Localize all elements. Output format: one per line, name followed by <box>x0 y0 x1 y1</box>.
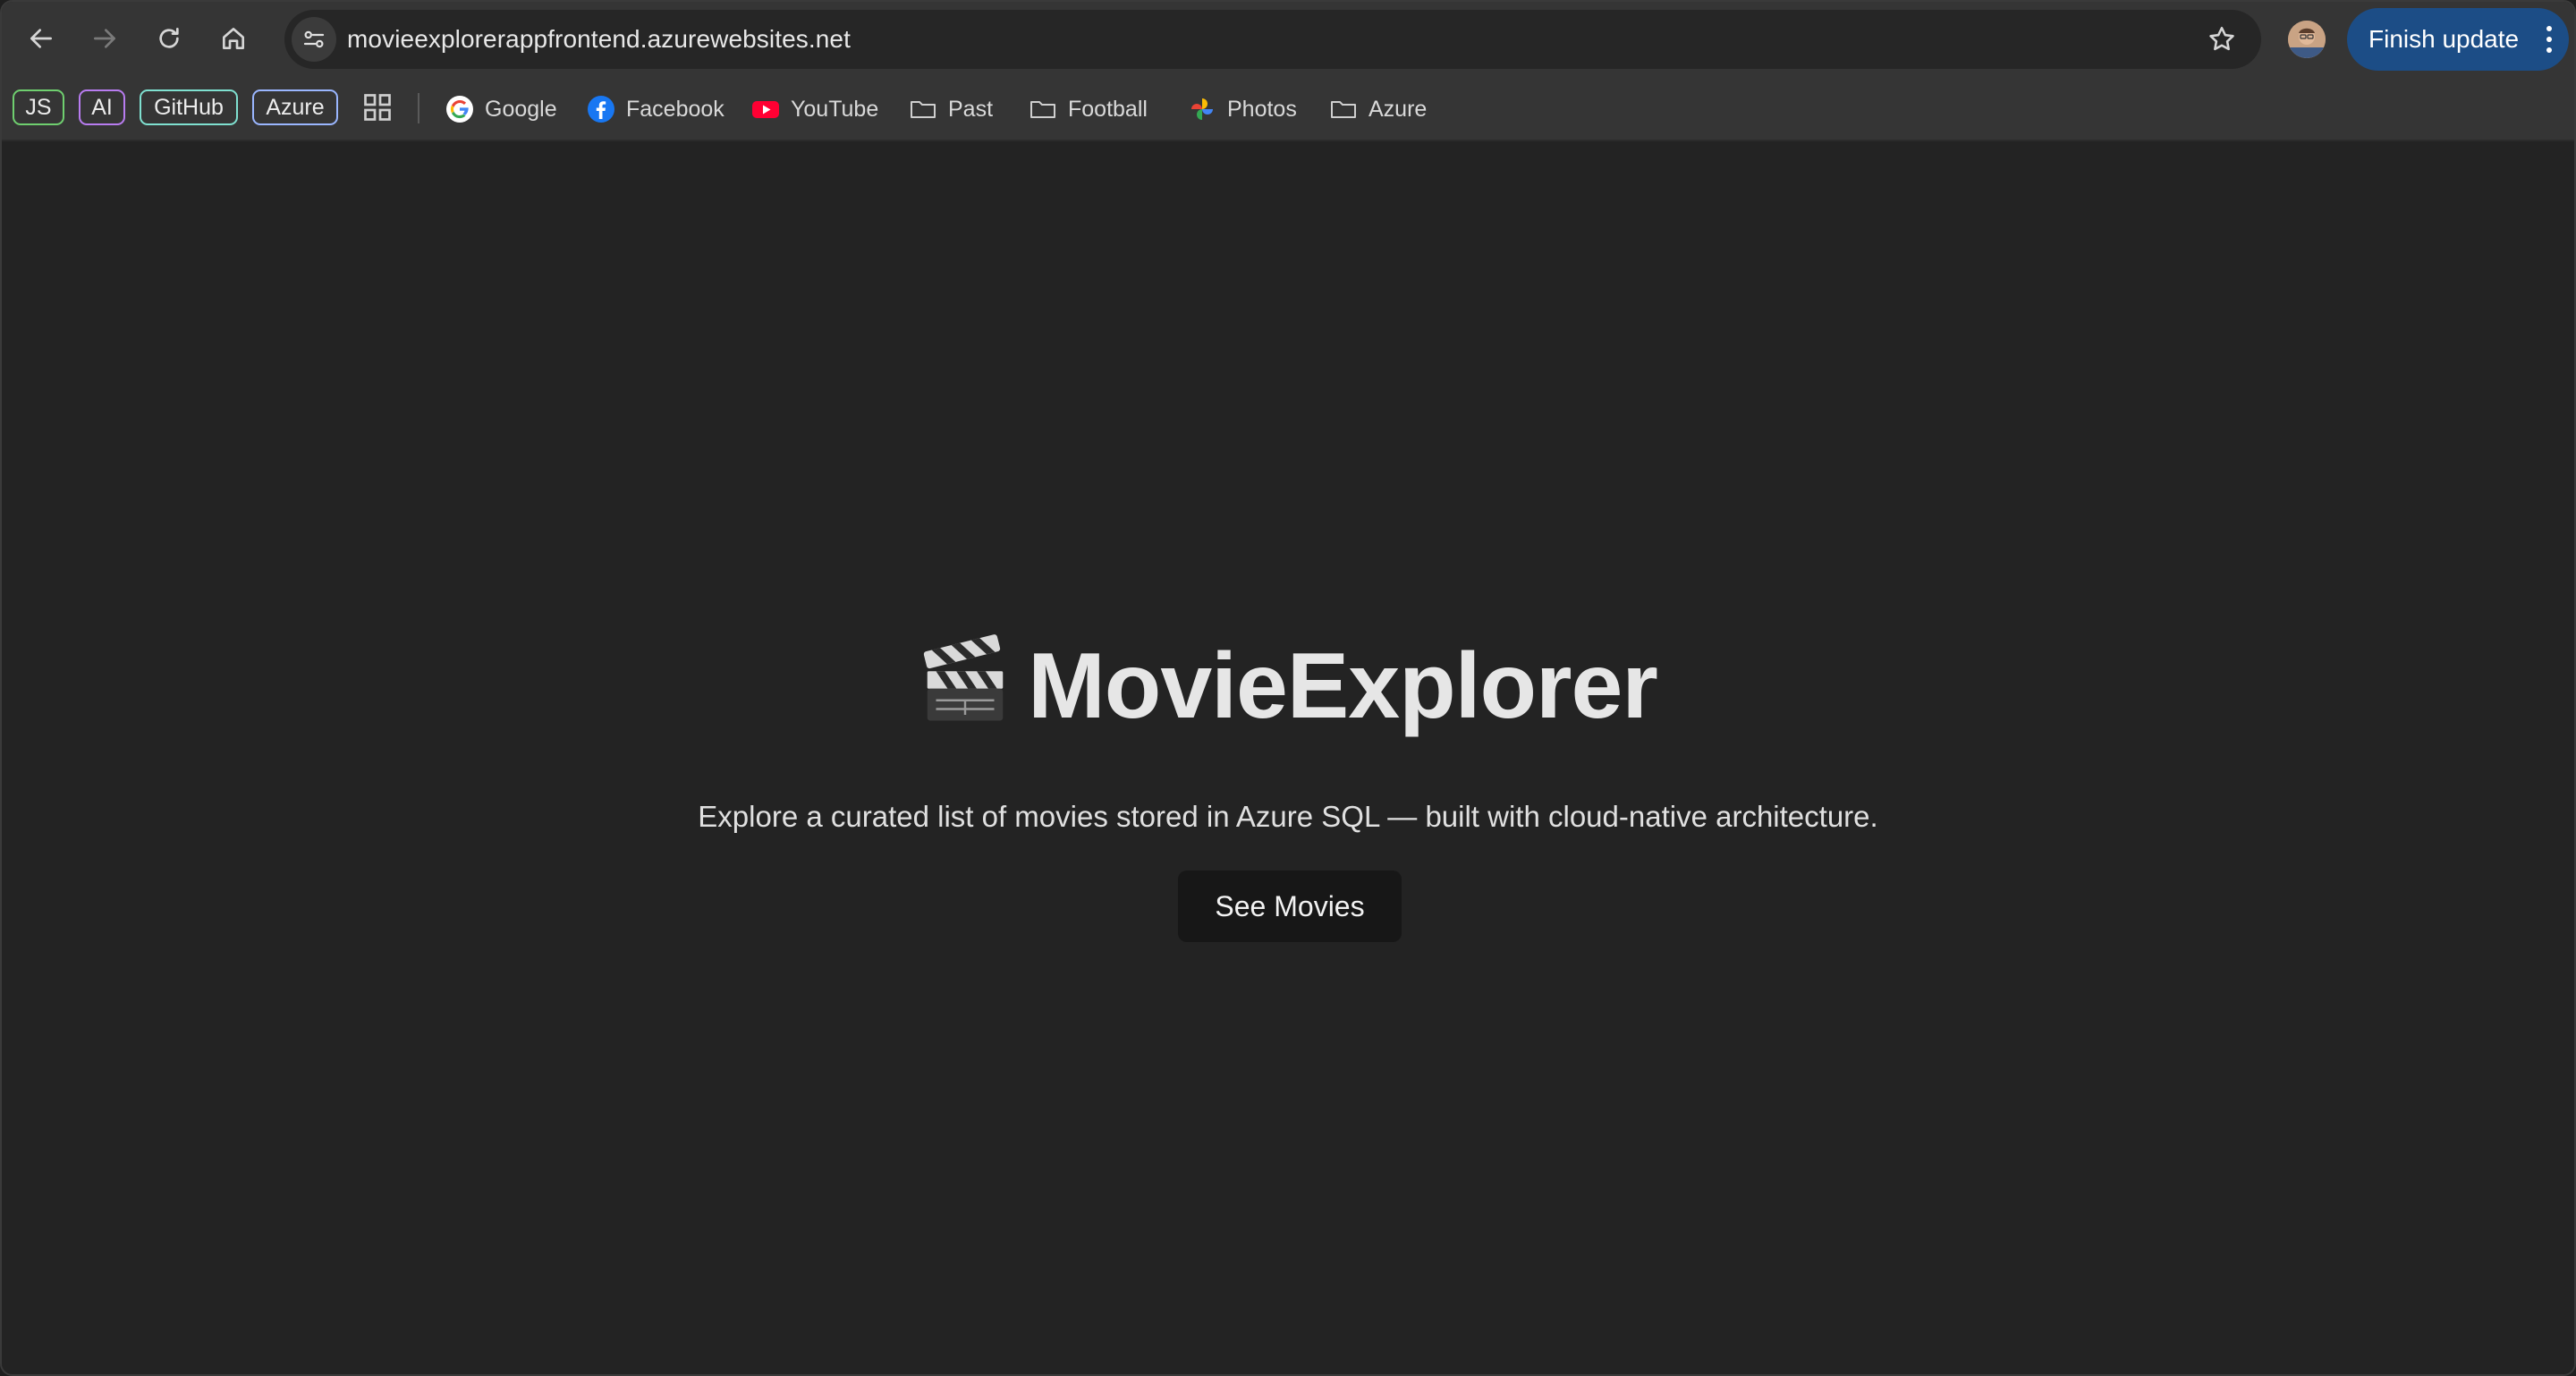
google-photos-icon <box>1191 98 1213 120</box>
address-bar[interactable]: movieexplorerappfrontend.azurewebsites.n… <box>284 10 2261 69</box>
bookmark-google[interactable]: Google <box>445 89 557 129</box>
browser-window: movieexplorerappfrontend.azurewebsites.n… <box>0 0 2576 1376</box>
bookmarks-bar: JS AI GitHub Azure Google Facebook YouTu… <box>2 77 2574 141</box>
home-icon[interactable] <box>213 18 254 59</box>
folder-icon <box>1030 101 1055 118</box>
finish-update-label: Finish update <box>2368 25 2520 53</box>
page-content: MovieExplorer Explore a curated list of … <box>2 143 2574 1374</box>
bookmark-tag-github[interactable]: GitHub <box>140 89 238 125</box>
bookmark-folder-football[interactable]: Football <box>1029 89 1148 129</box>
bookmark-facebook[interactable]: Facebook <box>587 89 724 129</box>
facebook-icon <box>588 96 614 123</box>
bookmark-folder-azure[interactable]: Azure <box>1329 89 1427 129</box>
google-icon <box>446 96 473 123</box>
bookmark-photos[interactable]: Photos <box>1188 89 1297 129</box>
bookmark-label: Google <box>485 96 557 122</box>
bookmark-folder-past[interactable]: Past <box>909 89 993 129</box>
bookmark-youtube[interactable]: YouTube <box>751 89 878 129</box>
bookmark-tag-ai[interactable]: AI <box>79 89 125 125</box>
profile-avatar[interactable] <box>2288 21 2326 58</box>
clapperboard-icon <box>923 634 1004 721</box>
bookmark-label: Football <box>1068 96 1148 122</box>
page-title-text: MovieExplorer <box>1028 634 1658 738</box>
kebab-menu-icon <box>2546 26 2552 53</box>
bookmark-tag-js[interactable]: JS <box>13 89 64 125</box>
back-arrow-icon[interactable] <box>21 18 62 59</box>
see-movies-button[interactable]: See Movies <box>1178 871 1402 942</box>
bookmark-label: YouTube <box>791 96 879 122</box>
url-text[interactable]: movieexplorerappfrontend.azurewebsites.n… <box>347 10 851 69</box>
bookmarks-divider <box>418 93 419 123</box>
reload-icon[interactable] <box>148 18 190 59</box>
browser-toolbar: movieexplorerappfrontend.azurewebsites.n… <box>2 2 2574 77</box>
youtube-icon <box>752 101 779 118</box>
folder-icon <box>911 101 936 118</box>
bookmark-star-icon[interactable] <box>2204 21 2240 57</box>
bookmark-label: Past <box>948 96 994 122</box>
finish-update-button[interactable]: Finish update <box>2347 8 2569 71</box>
bookmark-label: Photos <box>1227 96 1297 122</box>
site-settings-icon[interactable] <box>292 17 336 62</box>
bookmark-label: Facebook <box>626 96 724 122</box>
apps-grid-icon[interactable] <box>361 91 394 123</box>
forward-arrow-icon[interactable] <box>84 18 125 59</box>
bookmark-label: Azure <box>1368 96 1428 122</box>
folder-icon <box>1331 101 1356 118</box>
bookmark-tag-azure[interactable]: Azure <box>252 89 338 125</box>
tagline: Explore a curated list of movies stored … <box>698 800 1878 833</box>
page-title: MovieExplorer <box>2 633 2574 740</box>
